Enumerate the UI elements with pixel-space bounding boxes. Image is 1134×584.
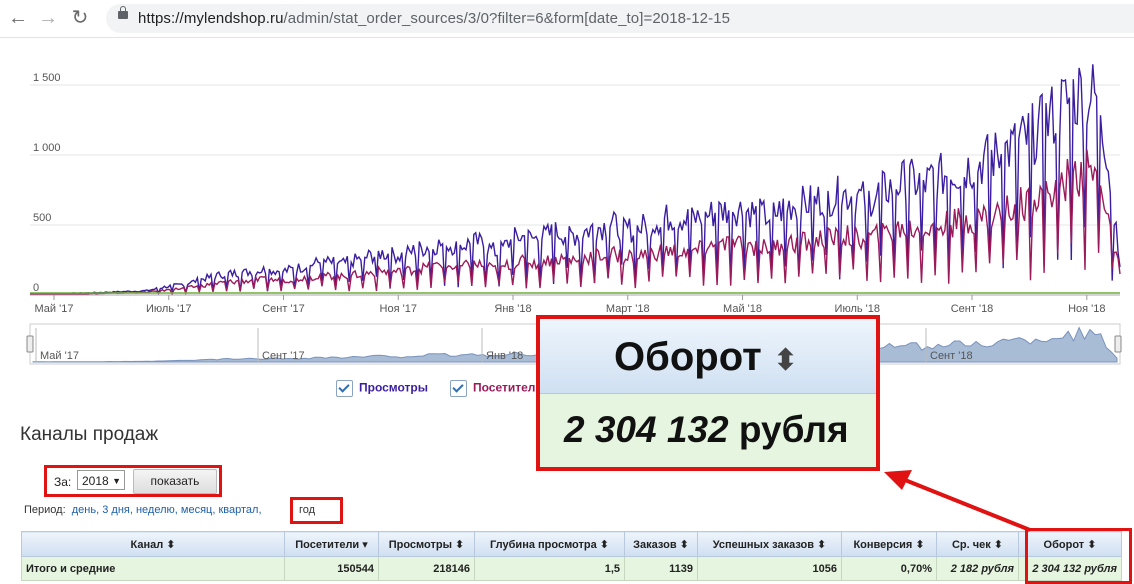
sort-icon: ⬍ (772, 344, 798, 377)
callout-arrow (884, 470, 1031, 532)
arrow-shaft (904, 478, 1031, 532)
callout-value: 2 304 132 рубля (564, 409, 849, 450)
turnover-zoom-callout: Оборот ⬍ 2 304 132 рубля (536, 315, 880, 471)
callout-header: Оборот ⬍ (540, 319, 876, 394)
callout-title: Оборот ⬍ (614, 335, 798, 379)
